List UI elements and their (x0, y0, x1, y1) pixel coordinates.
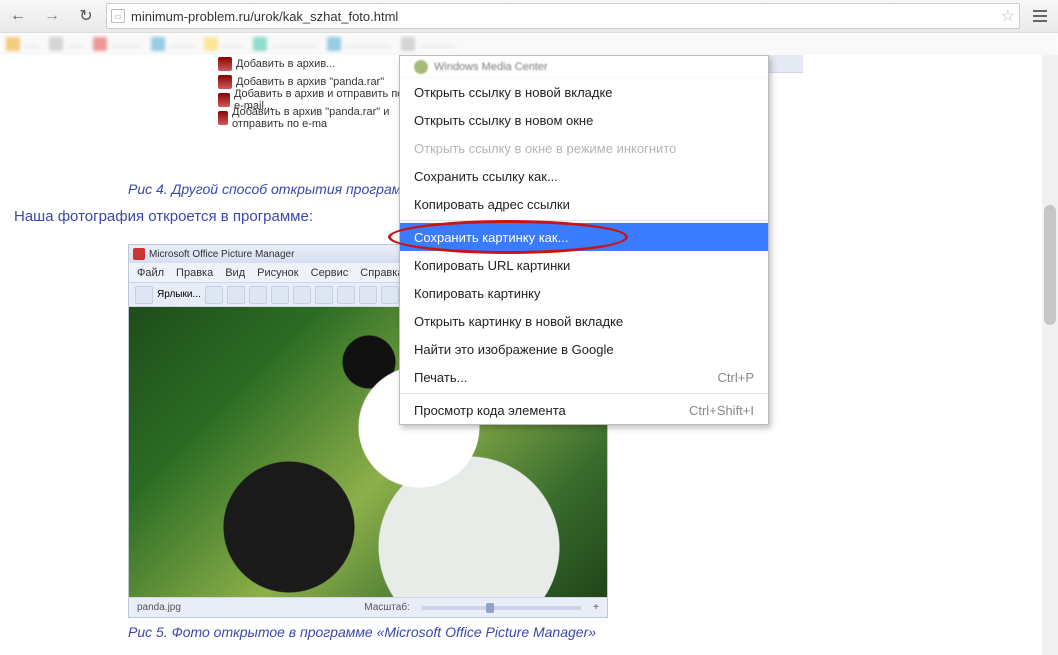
back-button[interactable]: ← (4, 3, 32, 29)
context-menu-shortcut: Ctrl+P (718, 370, 754, 385)
chrome-toolbar: ← → ↻ ▭ minimum-problem.ru/urok/kak_szha… (0, 0, 1058, 33)
pm-tool-shortcuts (135, 286, 153, 304)
context-menu-item-label: Копировать URL картинки (414, 258, 570, 273)
archive-menu-item: Добавить в архив... (212, 55, 421, 73)
context-menu-shortcut: Ctrl+Shift+I (689, 403, 754, 418)
nested-titlebar-remnant (769, 55, 803, 73)
context-menu-item[interactable]: Просмотр кода элемента Ctrl+Shift+I (400, 396, 768, 424)
figure-caption-5: Рис 5. Фото открытое в программе «Micros… (128, 624, 596, 640)
context-menu-item[interactable]: Открыть картинку в новой вкладке (400, 307, 768, 335)
context-menu-item-label: Открыть ссылку в новой вкладке (414, 85, 613, 100)
bookmark-star-icon[interactable]: ☆ (1001, 6, 1015, 26)
pm-title-text: Microsoft Office Picture Manager (149, 249, 294, 260)
archive-menu-item: Добавить в архив "panda.rar" и отправить… (212, 109, 421, 127)
context-menu-item-label: Сохранить картинку как... (414, 230, 568, 245)
context-menu-item-label: Найти это изображение в Google (414, 342, 614, 357)
context-menu-item-label: Открыть картинку в новой вкладке (414, 314, 623, 329)
forward-button[interactable]: → (38, 3, 66, 29)
pm-filename: panda.jpg (137, 602, 181, 613)
pm-menu-file: Файл (137, 267, 164, 279)
context-menu-item[interactable]: Открыть ссылку в новом окне (400, 106, 768, 134)
context-menu-item[interactable]: Найти это изображение в Google (400, 335, 768, 363)
context-menu-header-garbled: Windows Media Center (400, 56, 768, 78)
context-menu-item-label: Просмотр кода элемента (414, 403, 566, 418)
pm-menu-picture: Рисунок (257, 267, 299, 279)
scrollbar-thumb[interactable] (1044, 205, 1056, 325)
pm-menu-view: Вид (225, 267, 245, 279)
viewport: Добавить в архив... Добавить в архив "pa… (0, 55, 1058, 655)
pm-menu-service: Сервис (311, 267, 349, 279)
context-menu-separator (400, 220, 768, 221)
context-menu-item[interactable]: Сохранить ссылку как... (400, 162, 768, 190)
address-bar[interactable]: ▭ minimum-problem.ru/urok/kak_szhat_foto… (106, 3, 1020, 29)
context-menu-item[interactable]: Сохранить картинку как... (400, 223, 768, 251)
context-menu-separator (400, 393, 768, 394)
context-menu-item-label: Копировать адрес ссылки (414, 197, 570, 212)
pm-zoom-slider (422, 606, 581, 610)
context-menu-item[interactable]: Копировать URL картинки (400, 251, 768, 279)
url-text: minimum-problem.ru/urok/kak_szhat_foto.h… (131, 9, 995, 24)
bookmarks-bar: ..... ..... .......... ........ ....... … (0, 33, 1058, 55)
context-menu-item-label: Открыть ссылку в окне в режиме инкогнито (414, 141, 676, 156)
figure-caption-4: Рис 4. Другой способ открытия программы (128, 181, 421, 197)
pm-scale-label: Масштаб: (364, 602, 410, 613)
context-menu-item-label: Открыть ссылку в новом окне (414, 113, 593, 128)
reload-button[interactable]: ↻ (72, 3, 100, 29)
pm-menu-help: Справка (360, 267, 403, 279)
context-menu: Windows Media Center Открыть ссылку в но… (399, 55, 769, 425)
pm-menu-edit: Правка (176, 267, 213, 279)
context-menu-item-label: Печать... (414, 370, 467, 385)
context-menu-item: Открыть ссылку в окне в режиме инкогнито (400, 134, 768, 162)
context-menu-item[interactable]: Печать... Ctrl+P (400, 363, 768, 391)
body-paragraph: Наша фотография откроется в программе: (14, 208, 313, 225)
context-menu-item[interactable]: Копировать адрес ссылки (400, 190, 768, 218)
context-menu-item[interactable]: Копировать картинку (400, 279, 768, 307)
context-menu-item-label: Копировать картинку (414, 286, 540, 301)
pm-app-icon (133, 248, 145, 260)
page-icon: ▭ (111, 9, 125, 23)
vertical-scrollbar[interactable] (1042, 55, 1058, 655)
chrome-menu-button[interactable] (1026, 3, 1054, 29)
context-menu-item[interactable]: Открыть ссылку в новой вкладке (400, 78, 768, 106)
pm-statusbar: panda.jpg Масштаб: + (129, 597, 607, 617)
context-menu-item-label: Сохранить ссылку как... (414, 169, 558, 184)
